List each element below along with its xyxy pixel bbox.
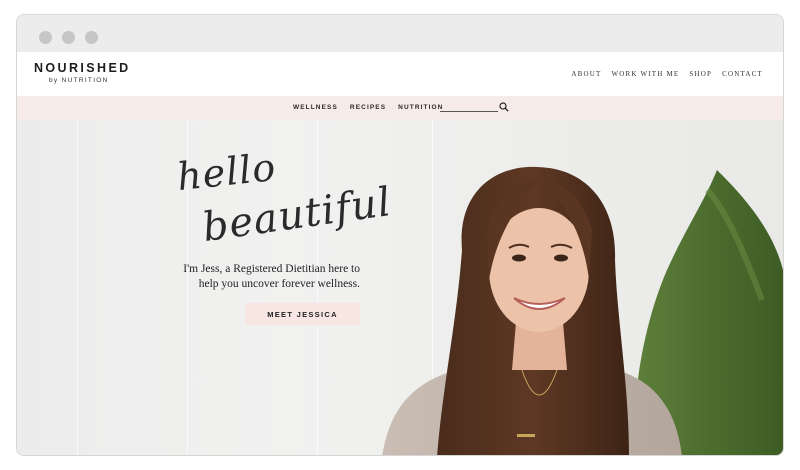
nav-shop[interactable]: SHOP xyxy=(689,70,712,78)
search-input[interactable] xyxy=(440,111,498,112)
logo-tagline: by NUTRITION xyxy=(49,77,109,84)
hero-photo xyxy=(382,166,783,455)
category-wellness[interactable]: WELLNESS xyxy=(293,104,338,111)
nav-about[interactable]: ABOUT xyxy=(571,70,601,78)
category-nutrition[interactable]: NUTRITION xyxy=(398,104,443,111)
browser-chrome xyxy=(17,15,783,52)
category-recipes[interactable]: RECIPES xyxy=(350,104,386,111)
meet-jessica-button[interactable]: MEET JESSICA xyxy=(245,303,360,325)
nav-contact[interactable]: CONTACT xyxy=(722,70,763,78)
category-nav: WELLNESS RECIPES NUTRITION xyxy=(17,96,783,120)
site-header: NOURISHED by NUTRITION ABOUT WORK WITH M… xyxy=(17,52,783,96)
hero-section: hello beautiful I'm Jess, a Registered D… xyxy=(17,120,783,455)
window-minimize-dot[interactable] xyxy=(62,31,75,44)
logo[interactable]: NOURISHED xyxy=(34,61,131,75)
browser-window: NOURISHED by NUTRITION ABOUT WORK WITH M… xyxy=(16,14,784,456)
main-nav: ABOUT WORK WITH ME SHOP CONTACT xyxy=(571,70,763,78)
search-icon[interactable] xyxy=(499,102,509,112)
window-maximize-dot[interactable] xyxy=(85,31,98,44)
hero-intro-text: I'm Jess, a Registered Dietitian here to… xyxy=(183,263,360,290)
window-close-dot[interactable] xyxy=(39,31,52,44)
nav-work-with-me[interactable]: WORK WITH ME xyxy=(611,70,679,78)
